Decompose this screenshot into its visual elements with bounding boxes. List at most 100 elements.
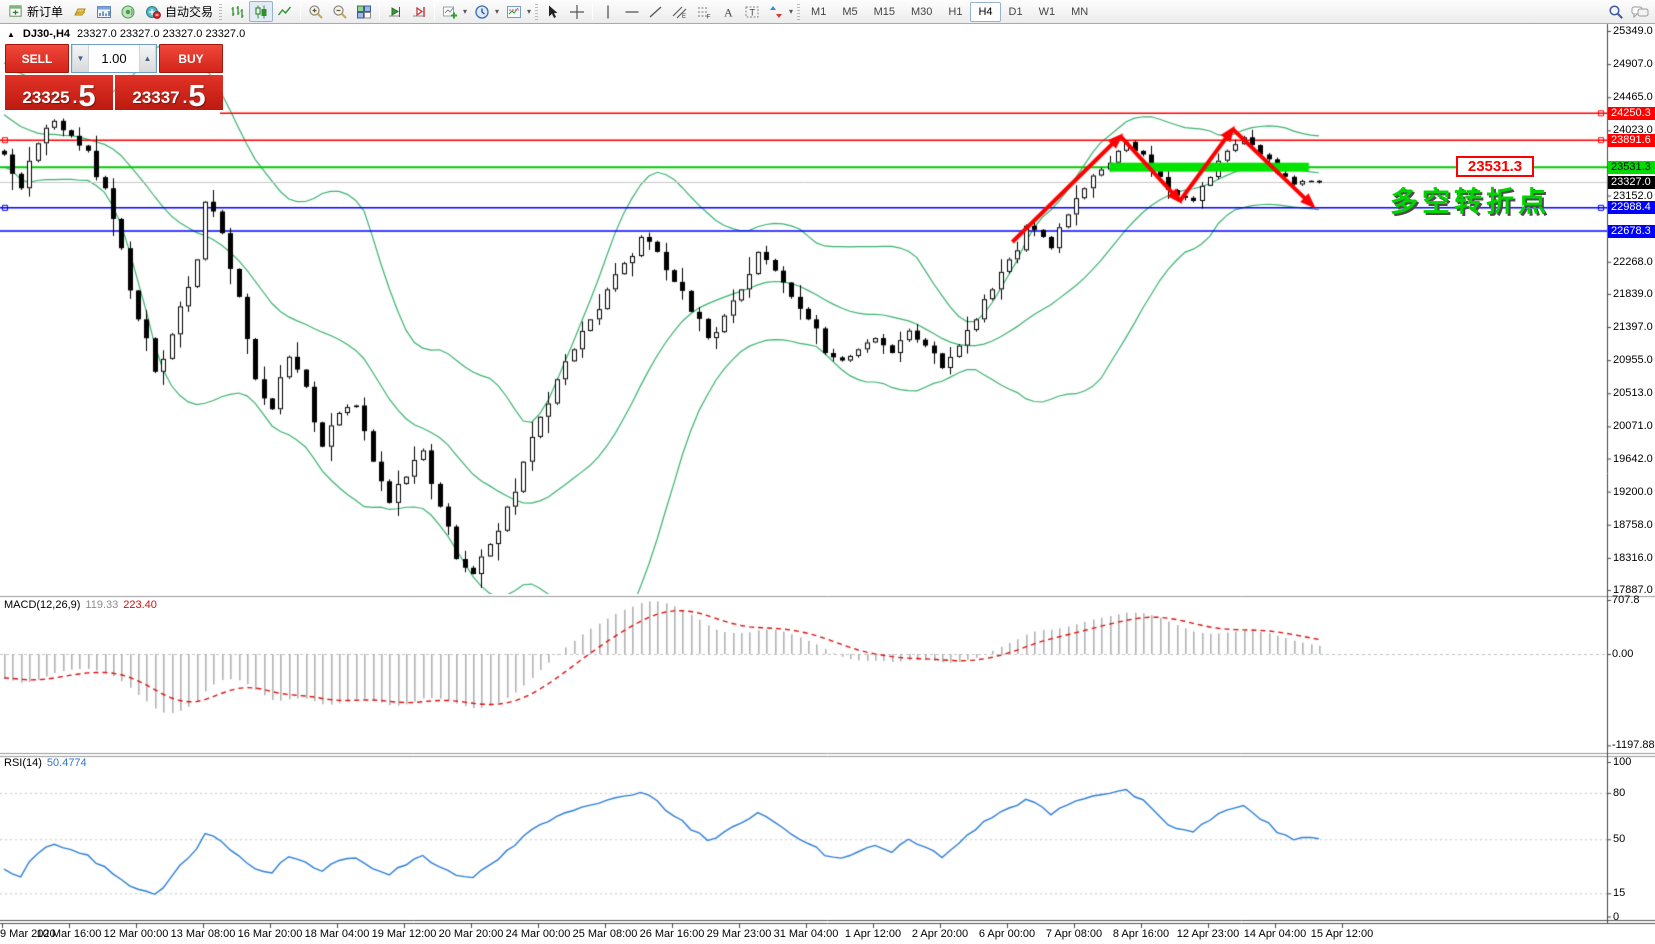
rsi-axis-tick: 80 [1613,787,1625,799]
text-label-tool-button[interactable]: T [740,1,764,22]
trendline-icon [648,4,664,20]
price-axis-tick: 20955.0 [1613,354,1653,366]
market-watch-button[interactable] [68,1,92,22]
trendline-tool-button[interactable] [644,1,668,22]
timeframe-H4[interactable]: H4 [970,2,1000,22]
price-axis-tick: 21839.0 [1613,288,1653,300]
line-chart-button[interactable] [273,1,297,22]
price-axis-tick: 24907.0 [1613,58,1653,70]
chart-ohlc-values: 23327.0 23327.0 23327.0 23327.0 [77,28,245,40]
arrow-shapes-icon [768,4,784,20]
macd-name: MACD(12,26,9) [4,599,80,611]
indicators-icon [442,4,458,20]
volume-increase-button[interactable]: ▲ [139,45,156,72]
price-axis-tick: 20071.0 [1613,420,1653,432]
price-line-label: 22678.3 [1608,225,1655,238]
price-line-label: 23531.3 [1608,161,1655,174]
auto-trading-icon [145,4,161,20]
buy-button[interactable]: BUY [159,44,223,73]
chart-shift-icon [411,4,427,20]
channel-tool-button[interactable]: E [668,1,692,22]
indicators-dropdown[interactable]: ▾ [460,7,470,16]
chart-shift-button[interactable] [407,1,431,22]
buy-price-dot: . [183,89,188,106]
sell-price-int: 23325 [22,89,69,106]
new-order-button[interactable]: 新订单 [3,1,68,22]
vertical-line-tool-button[interactable] [596,1,620,22]
periods-dropdown[interactable]: ▾ [492,7,502,16]
svg-text:F: F [707,13,711,20]
tile-windows-button[interactable] [352,1,376,22]
price-axis-tick: 18316.0 [1613,552,1653,564]
indicators-button[interactable] [438,1,462,22]
sell-price-display[interactable]: 23325.5 [5,75,113,110]
crosshair-icon [569,4,585,20]
chart-symbol-period: DJ30-,H4 [23,28,70,40]
pivot-annotation-text[interactable]: 多空转折点 [1390,180,1550,220]
timeframe-M15[interactable]: M15 [866,2,903,22]
macd-signal-value: 223.40 [123,599,157,611]
auto-trading-button[interactable]: 自动交易 [140,1,218,22]
price-axis-tick: 23152.0 [1613,190,1653,202]
toolbar-grip [219,4,222,20]
crosshair-tool-button[interactable] [565,1,589,22]
sell-price-dot: . [73,89,78,106]
price-axis-tick: 19642.0 [1613,453,1653,465]
sell-button[interactable]: SELL [5,44,69,73]
new-chart-button[interactable] [92,1,116,22]
arrows-dropdown[interactable]: ▾ [786,7,796,16]
pivot-price-label[interactable]: 23531.3 [1456,156,1534,177]
auto-scroll-icon [387,4,403,20]
templates-button[interactable] [502,1,526,22]
timeframe-H1[interactable]: H1 [940,2,970,22]
svg-text:E: E [682,14,686,20]
toolbar-separator [379,3,380,20]
candlestick-chart-button[interactable] [249,1,273,22]
buy-price-display[interactable]: 23337.5 [115,75,223,110]
main-toolbar: 新订单 自动交易 [0,0,1655,24]
collapse-panel-arrow[interactable]: ▲ [7,30,15,39]
timeframe-M5[interactable]: M5 [834,2,865,22]
text-label-icon: T [744,4,760,20]
templates-dropdown[interactable]: ▾ [524,7,534,16]
search-button[interactable] [1604,1,1628,22]
fibonacci-tool-button[interactable]: F [692,1,716,22]
new-order-label: 新订单 [27,3,63,20]
timeframe-M1[interactable]: M1 [803,2,834,22]
sound-icon [120,4,136,20]
text-icon: A [720,4,736,20]
horizontal-line-tool-button[interactable] [620,1,644,22]
volume-decrease-button[interactable]: ▼ [72,45,89,72]
chart-canvas[interactable] [0,0,1655,944]
timeframe-D1[interactable]: D1 [1001,2,1031,22]
toolbar-grip [535,4,538,20]
arrows-tool-button[interactable] [764,1,788,22]
timeframe-M30[interactable]: M30 [903,2,940,22]
sound-alert-button[interactable] [116,1,140,22]
rsi-axis-tick: 15 [1613,887,1625,899]
price-axis-tick: 20513.0 [1613,387,1653,399]
auto-trading-label: 自动交易 [165,3,213,20]
rsi-name: RSI(14) [4,757,42,769]
volume-stepper: ▼ 1.00 ▲ [71,44,157,73]
cursor-tool-button[interactable] [541,1,565,22]
chat-button[interactable] [1628,1,1652,22]
vertical-line-icon [600,4,616,20]
timeframe-W1[interactable]: W1 [1031,2,1064,22]
auto-scroll-button[interactable] [383,1,407,22]
buy-price-int: 23337 [132,89,179,106]
volume-value[interactable]: 1.00 [89,45,139,72]
periods-button[interactable] [470,1,494,22]
equidistant-channel-icon: E [672,4,688,20]
text-tool-button[interactable]: A [716,1,740,22]
zoom-in-button[interactable] [304,1,328,22]
macd-axis-tick: 707.8 [1612,594,1640,606]
timeframe-MN[interactable]: MN [1063,2,1096,22]
toolbar-separator [592,3,593,20]
zoom-out-button[interactable] [328,1,352,22]
new-order-icon [8,4,23,19]
gold-ingot-icon [72,4,88,20]
zoom-out-icon [332,4,348,20]
rsi-axis-tick: 100 [1613,756,1631,768]
bar-chart-button[interactable] [225,1,249,22]
